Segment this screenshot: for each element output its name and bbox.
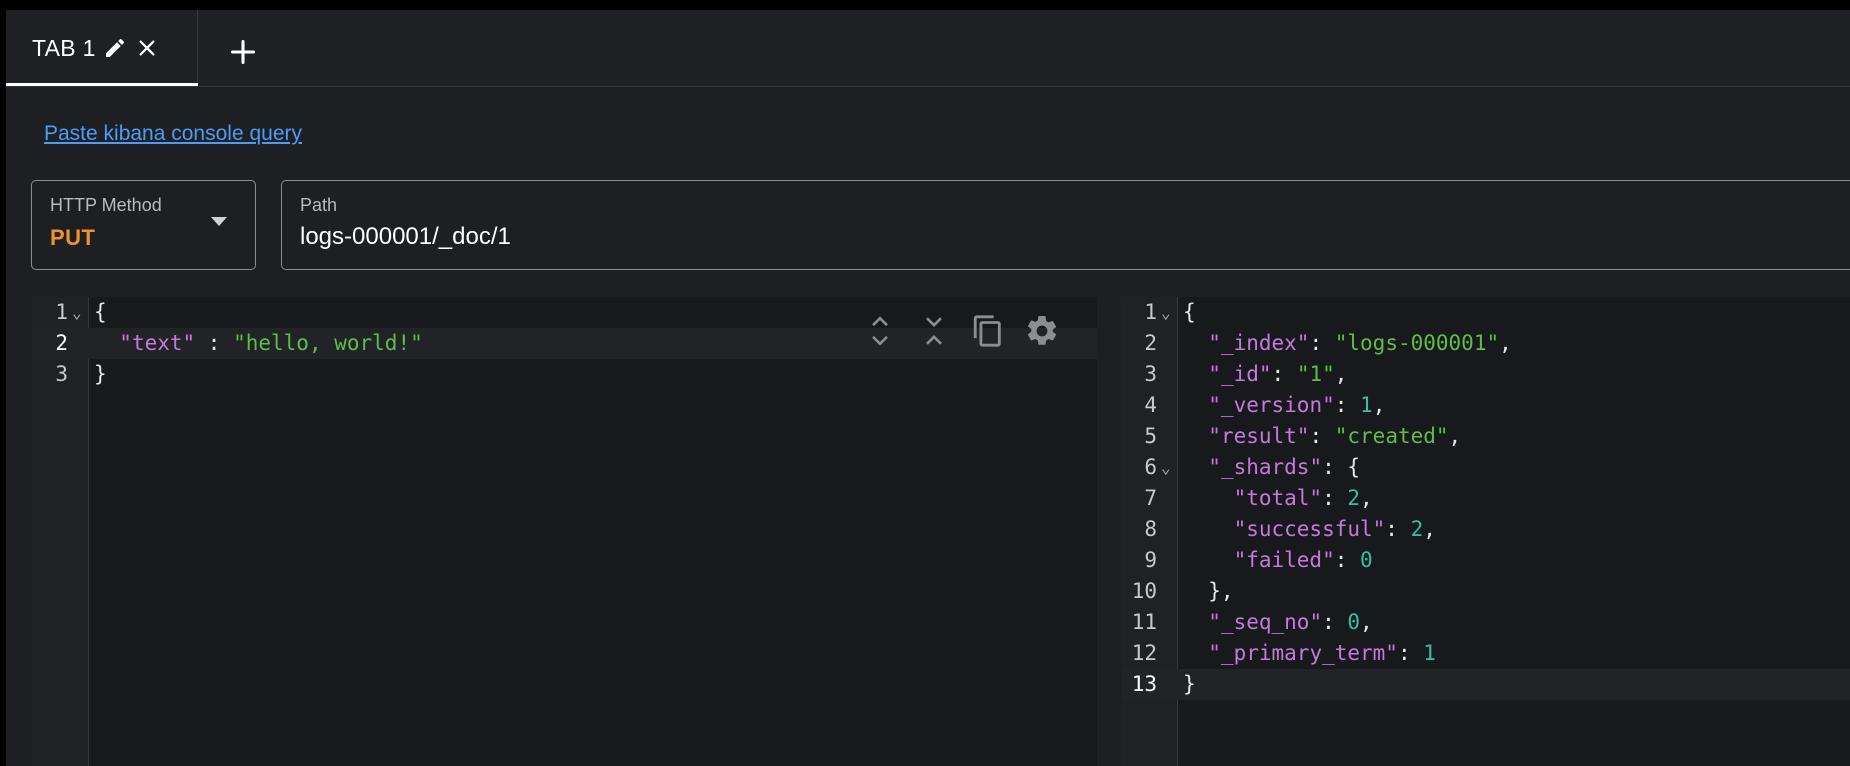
code-text: "successful": 2, — [1233, 517, 1436, 541]
code-text: "_id": "1", — [1208, 362, 1348, 386]
tab-label: TAB 1 — [32, 34, 96, 61]
code-text: { — [1183, 300, 1196, 324]
line-number: 10 — [1131, 579, 1157, 603]
code-line: 8 "successful": 2, — [1121, 514, 1850, 545]
collapse-all-button[interactable] — [916, 313, 952, 349]
code-line: 6 ⌄ "_shards": { — [1121, 452, 1850, 483]
app-window: TAB 1 Paste kibana console query HTTP Me… — [6, 10, 1850, 766]
request-editor[interactable]: 1 ⌄ { 2 "text" : "hello, world!" 3 } — [32, 297, 1097, 766]
active-tab-indicator — [6, 83, 198, 86]
code-text: }, — [1183, 579, 1234, 603]
code-text: "_shards": { — [1208, 455, 1361, 479]
close-icon[interactable] — [134, 35, 160, 61]
code-text: { — [94, 300, 107, 324]
code-line: 12 "_primary_term": 1 — [1121, 638, 1850, 669]
settings-button[interactable] — [1024, 313, 1060, 349]
path-input[interactable]: Path logs-000001/_doc/1 — [281, 180, 1850, 270]
line-number: 11 — [1131, 610, 1157, 634]
code-text: "result": "created", — [1208, 424, 1462, 448]
line-number: 4 — [1144, 393, 1157, 417]
code-line: 10 }, — [1121, 576, 1850, 607]
line-number: 2 — [1144, 331, 1157, 355]
add-tab-button[interactable] — [226, 35, 260, 69]
copy-icon — [973, 315, 1001, 347]
unfold-more-icon — [872, 316, 888, 346]
line-number: 9 — [1144, 548, 1157, 572]
fold-icon[interactable]: ⌄ — [1161, 452, 1171, 483]
copy-button[interactable] — [970, 313, 1006, 349]
tab-bar: TAB 1 — [6, 10, 1850, 87]
code-text: } — [1183, 672, 1196, 696]
line-number: 8 — [1144, 517, 1157, 541]
caret-down-icon — [211, 217, 227, 226]
code-line: 13 } — [1121, 669, 1850, 700]
code-text: "_index": "logs-000001", — [1208, 331, 1512, 355]
line-number: 6 — [1144, 455, 1157, 479]
code-text: "text" : "hello, world!" — [119, 331, 423, 355]
code-text: "_seq_no": 0, — [1208, 610, 1373, 634]
path-value: logs-000001/_doc/1 — [300, 223, 511, 250]
http-method-value: PUT — [50, 225, 96, 250]
line-number: 1 — [1144, 300, 1157, 324]
code-text: "_primary_term": 1 — [1208, 641, 1436, 665]
response-viewer[interactable]: 1 ⌄ { 2 "_index": "logs-000001", 3 "_id"… — [1121, 297, 1850, 766]
line-number: 13 — [1131, 672, 1157, 696]
plus-icon — [230, 39, 256, 65]
http-method-select[interactable]: HTTP Method PUT — [31, 180, 256, 270]
expand-all-button[interactable] — [862, 313, 898, 349]
code-line: 3 } — [32, 359, 1097, 390]
path-label: Path — [300, 195, 338, 215]
code-text: "total": 2, — [1233, 486, 1373, 510]
code-line: 5 "result": "created", — [1121, 421, 1850, 452]
editor-toolbar — [862, 313, 1060, 349]
line-number: 3 — [1144, 362, 1157, 386]
code-text: "_version": 1, — [1208, 393, 1386, 417]
pencil-icon[interactable] — [102, 35, 128, 61]
code-text: "failed": 0 — [1233, 548, 1373, 572]
code-text: } — [94, 362, 107, 386]
tab-1[interactable]: TAB 1 — [6, 10, 198, 86]
line-number: 3 — [55, 362, 68, 386]
http-method-label: HTTP Method — [50, 195, 162, 215]
code-line: 3 "_id": "1", — [1121, 359, 1850, 390]
code-line: 4 "_version": 1, — [1121, 390, 1850, 421]
gear-icon — [1027, 315, 1057, 345]
line-number: 12 — [1131, 641, 1157, 665]
code-line: 2 "_index": "logs-000001", — [1121, 328, 1850, 359]
fold-icon[interactable]: ⌄ — [1161, 297, 1171, 328]
code-line: 11 "_seq_no": 0, — [1121, 607, 1850, 638]
code-line: 1 ⌄ { — [1121, 297, 1850, 328]
fold-icon[interactable]: ⌄ — [72, 297, 82, 328]
line-number: 2 — [55, 331, 68, 355]
code-line: 9 "failed": 0 — [1121, 545, 1850, 576]
line-number: 7 — [1144, 486, 1157, 510]
unfold-less-icon — [926, 317, 942, 345]
line-number: 1 — [55, 300, 68, 324]
line-number: 5 — [1144, 424, 1157, 448]
paste-kibana-query-link[interactable]: Paste kibana console query — [44, 122, 302, 146]
code-line: 7 "total": 2, — [1121, 483, 1850, 514]
